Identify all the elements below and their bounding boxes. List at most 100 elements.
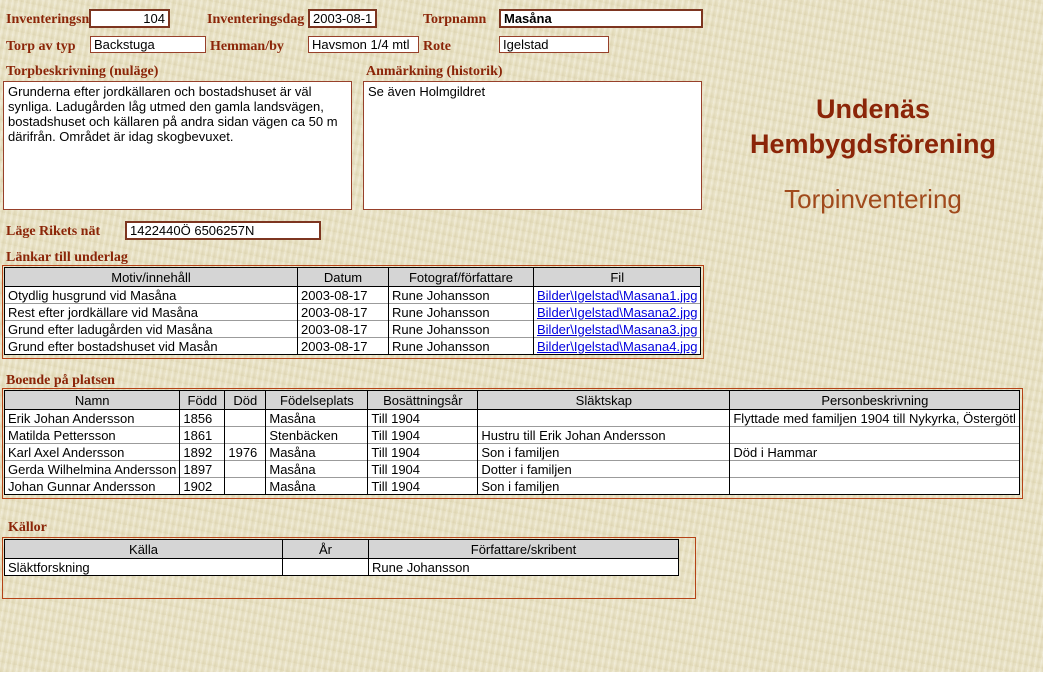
fodd-cell: 1892 bbox=[180, 444, 225, 461]
kallor-header-forfattare: Författare/skribent bbox=[369, 540, 679, 559]
personbeskrivning-cell: Död i Hammar bbox=[730, 444, 1020, 461]
slaktskap-cell: Dotter i familjen bbox=[478, 461, 730, 478]
boende-header-row: Namn Född Död Födelseplats Bosättningsår… bbox=[5, 391, 1020, 410]
bosattningsar-cell: Till 1904 bbox=[368, 444, 478, 461]
boende-header-namn: Namn bbox=[5, 391, 180, 410]
file-link[interactable]: Bilder\Igelstad\Masana3.jpg bbox=[537, 322, 697, 337]
namn-cell: Gerda Wilhelmina Andersson bbox=[5, 461, 180, 478]
torpbeskrivning-label: Torpbeskrivning (nuläge) bbox=[6, 64, 158, 80]
dod-cell: 1976 bbox=[225, 444, 266, 461]
namn-cell: Johan Gunnar Andersson bbox=[5, 478, 180, 495]
motiv-cell: Rest efter jordkällare vid Masåna bbox=[5, 304, 298, 321]
organisation-title-line2: Hembygdsförening bbox=[712, 127, 1034, 162]
motiv-cell: Grund efter bostadshuset vid Masån bbox=[5, 338, 298, 355]
boende-row: Johan Gunnar Andersson 1902 Masåna Till … bbox=[5, 478, 1020, 495]
organisation-title-block: Undenäs Hembygdsförening Torpinventering bbox=[712, 92, 1034, 215]
personbeskrivning-cell: Flyttade med familjen 1904 till Nykyrka,… bbox=[730, 410, 1020, 427]
namn-cell: Erik Johan Andersson bbox=[5, 410, 180, 427]
fotograf-cell: Rune Johansson bbox=[389, 287, 534, 304]
lankar-row: Grund efter bostadshuset vid Masån 2003-… bbox=[5, 338, 701, 355]
kallor-section-label: Källor bbox=[8, 520, 47, 536]
fodd-cell: 1902 bbox=[180, 478, 225, 495]
boende-header-personbeskrivning: Personbeskrivning bbox=[730, 391, 1020, 410]
personbeskrivning-cell bbox=[730, 427, 1020, 444]
file-link[interactable]: Bilder\Igelstad\Masana1.jpg bbox=[537, 288, 697, 303]
lankar-header-motiv: Motiv/innehåll bbox=[5, 268, 298, 287]
namn-cell: Karl Axel Andersson bbox=[5, 444, 180, 461]
torpnamn-input[interactable] bbox=[499, 9, 703, 28]
fodd-cell: 1856 bbox=[180, 410, 225, 427]
kallor-table-box: Källa År Författare/skribent Släktforskn… bbox=[2, 537, 696, 599]
lankar-header-datum: Datum bbox=[298, 268, 389, 287]
forfattare-cell: Rune Johansson bbox=[369, 559, 679, 576]
inventeringsdag-input[interactable] bbox=[308, 9, 377, 28]
slaktskap-cell: Hustru till Erik Johan Andersson bbox=[478, 427, 730, 444]
fodd-cell: 1861 bbox=[180, 427, 225, 444]
fodelseplats-cell: Masåna bbox=[266, 444, 368, 461]
bosattningsar-cell: Till 1904 bbox=[368, 478, 478, 495]
datum-cell: 2003-08-17 bbox=[298, 321, 389, 338]
torp-av-typ-input[interactable] bbox=[90, 36, 206, 53]
boende-header-bosattningsar: Bosättningsår bbox=[368, 391, 478, 410]
lankar-row: Grund efter ladugården vid Masåna 2003-0… bbox=[5, 321, 701, 338]
inventeringsdag-label: Inventeringsdag bbox=[207, 12, 304, 28]
boende-row: Gerda Wilhelmina Andersson 1897 Masåna T… bbox=[5, 461, 1020, 478]
fil-cell: Bilder\Igelstad\Masana2.jpg bbox=[534, 304, 701, 321]
lage-label: Läge Rikets nät bbox=[6, 224, 100, 240]
boende-table-box: Namn Född Död Födelseplats Bosättningsår… bbox=[2, 388, 1023, 499]
motiv-cell: Grund efter ladugården vid Masåna bbox=[5, 321, 298, 338]
lankar-table: Motiv/innehåll Datum Fotograf/författare… bbox=[4, 267, 701, 355]
boende-row: Matilda Pettersson 1861 Stenbäcken Till … bbox=[5, 427, 1020, 444]
dod-cell bbox=[225, 461, 266, 478]
lankar-header-row: Motiv/innehåll Datum Fotograf/författare… bbox=[5, 268, 701, 287]
fotograf-cell: Rune Johansson bbox=[389, 321, 534, 338]
rote-input[interactable] bbox=[499, 36, 609, 53]
lankar-table-box: Motiv/innehåll Datum Fotograf/författare… bbox=[2, 265, 704, 359]
fodd-cell: 1897 bbox=[180, 461, 225, 478]
slaktskap-cell bbox=[478, 410, 730, 427]
fil-cell: Bilder\Igelstad\Masana3.jpg bbox=[534, 321, 701, 338]
rote-label: Rote bbox=[423, 39, 451, 55]
fil-cell: Bilder\Igelstad\Masana1.jpg bbox=[534, 287, 701, 304]
fodelseplats-cell: Masåna bbox=[266, 478, 368, 495]
anmarkning-label: Anmärkning (historik) bbox=[366, 64, 503, 80]
bosattningsar-cell: Till 1904 bbox=[368, 461, 478, 478]
boende-table: Namn Född Död Födelseplats Bosättningsår… bbox=[4, 390, 1020, 495]
boende-row: Erik Johan Andersson 1856 Masåna Till 19… bbox=[5, 410, 1020, 427]
lankar-section-label: Länkar till underlag bbox=[6, 250, 128, 266]
datum-cell: 2003-08-17 bbox=[298, 287, 389, 304]
lage-input[interactable] bbox=[125, 221, 321, 240]
lankar-header-fil: Fil bbox=[534, 268, 701, 287]
torpbeskrivning-textarea[interactable]: Grunderna efter jordkällaren och bostads… bbox=[3, 81, 352, 210]
fodelseplats-cell: Masåna bbox=[266, 461, 368, 478]
file-link[interactable]: Bilder\Igelstad\Masana4.jpg bbox=[537, 339, 697, 354]
slaktskap-cell: Son i familjen bbox=[478, 478, 730, 495]
kallor-header-row: Källa År Författare/skribent bbox=[5, 540, 679, 559]
inventeringsnr-label: Inventeringsnr bbox=[6, 12, 95, 28]
bosattningsar-cell: Till 1904 bbox=[368, 410, 478, 427]
datum-cell: 2003-08-17 bbox=[298, 304, 389, 321]
fotograf-cell: Rune Johansson bbox=[389, 304, 534, 321]
boende-header-slaktskap: Släktskap bbox=[478, 391, 730, 410]
lankar-header-fotograf: Fotograf/författare bbox=[389, 268, 534, 287]
namn-cell: Matilda Pettersson bbox=[5, 427, 180, 444]
torpnamn-label: Torpnamn bbox=[423, 12, 486, 28]
inventeringsnr-input[interactable] bbox=[89, 9, 170, 28]
fotograf-cell: Rune Johansson bbox=[389, 338, 534, 355]
kallor-header-kalla: Källa bbox=[5, 540, 283, 559]
hemman-by-label: Hemman/by bbox=[210, 39, 284, 55]
fodelseplats-cell: Masåna bbox=[266, 410, 368, 427]
page-subtitle: Torpinventering bbox=[712, 184, 1034, 215]
file-link[interactable]: Bilder\Igelstad\Masana2.jpg bbox=[537, 305, 697, 320]
motiv-cell: Otydlig husgrund vid Masåna bbox=[5, 287, 298, 304]
boende-header-fodelseplats: Födelseplats bbox=[266, 391, 368, 410]
kallor-table: Källa År Författare/skribent Släktforskn… bbox=[4, 539, 679, 576]
torp-av-typ-label: Torp av typ bbox=[6, 39, 76, 55]
anmarkning-textarea[interactable]: Se även Holmgildret bbox=[363, 81, 702, 210]
boende-row: Karl Axel Andersson 1892 1976 Masåna Til… bbox=[5, 444, 1020, 461]
organisation-title-line1: Undenäs bbox=[712, 92, 1034, 127]
ar-cell bbox=[283, 559, 369, 576]
personbeskrivning-cell bbox=[730, 461, 1020, 478]
hemman-by-input[interactable] bbox=[308, 36, 419, 53]
bosattningsar-cell: Till 1904 bbox=[368, 427, 478, 444]
